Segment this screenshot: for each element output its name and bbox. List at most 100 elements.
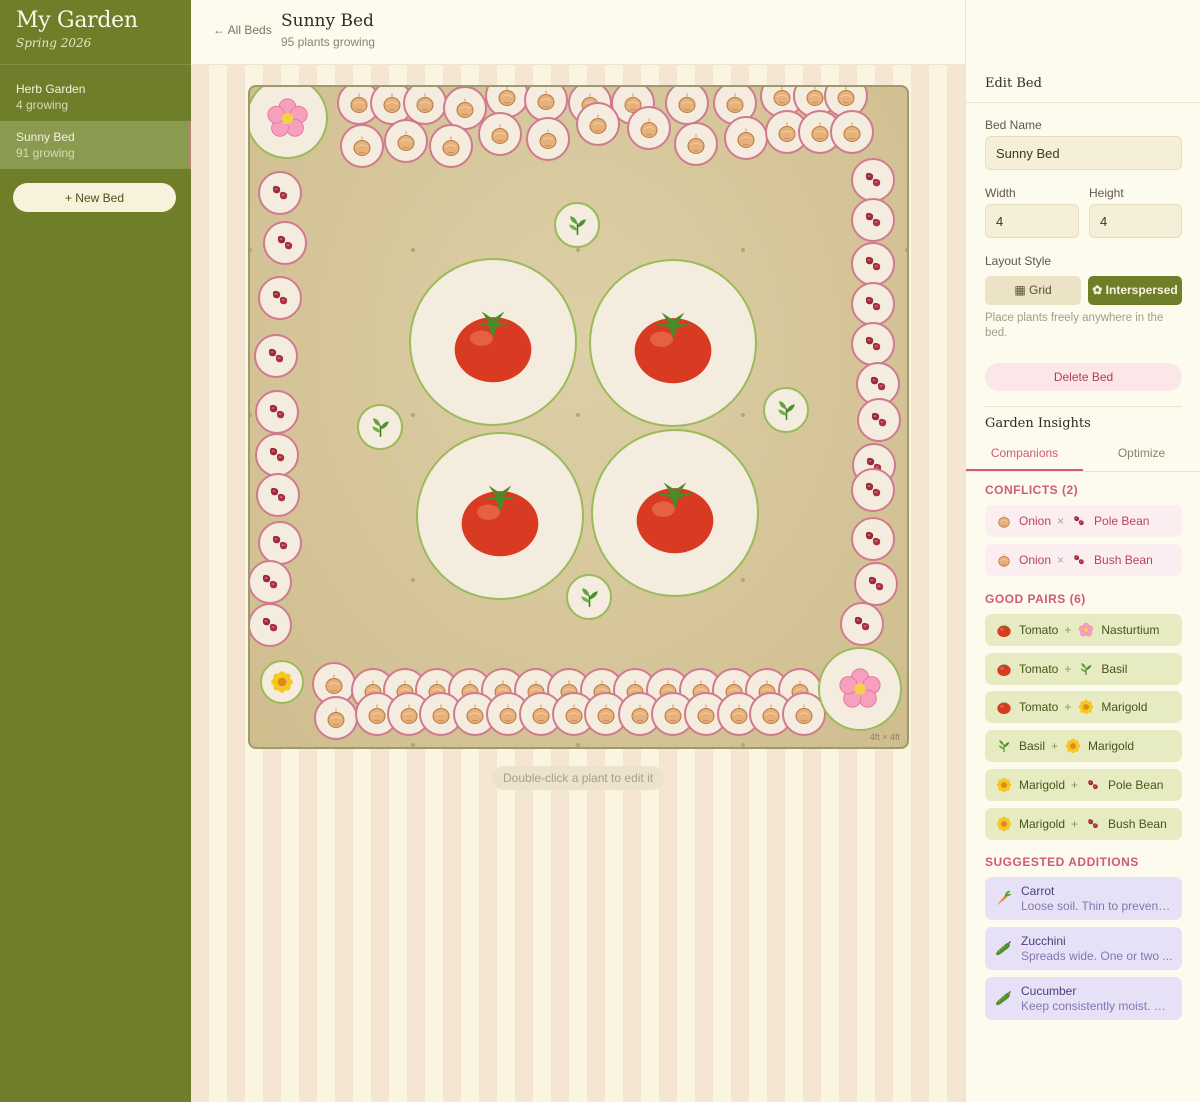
plant-bean[interactable] bbox=[255, 390, 299, 434]
plant-onion[interactable] bbox=[340, 124, 384, 168]
good-pair-card[interactable]: Marigold + Pole Bean bbox=[985, 768, 1182, 801]
bean-icon bbox=[871, 412, 887, 427]
marigold-icon bbox=[1079, 700, 1094, 715]
new-bed-button[interactable]: + New Bed bbox=[13, 183, 176, 212]
bean-icon bbox=[1088, 818, 1098, 828]
marigold-icon bbox=[996, 816, 1012, 831]
plant-tomato[interactable] bbox=[591, 429, 759, 597]
onion-icon bbox=[565, 704, 583, 724]
onion-icon bbox=[998, 514, 1010, 528]
flower-icon bbox=[839, 668, 881, 708]
plant-tomato[interactable] bbox=[589, 259, 757, 427]
onion-icon bbox=[539, 129, 557, 149]
onion-icon bbox=[491, 124, 509, 144]
plant-basil[interactable] bbox=[763, 387, 809, 433]
grid-dot bbox=[905, 248, 907, 252]
plant-onion[interactable] bbox=[526, 117, 570, 161]
bed-name-input[interactable] bbox=[985, 136, 1182, 170]
pair-icon-b bbox=[1084, 776, 1102, 794]
grid-dot bbox=[576, 413, 580, 417]
page-title: Sunny Bed bbox=[281, 11, 374, 31]
plant-bean[interactable] bbox=[256, 473, 300, 517]
plant-bean[interactable] bbox=[851, 242, 895, 286]
pair-plant-b: Marigold bbox=[1101, 700, 1148, 715]
width-input[interactable] bbox=[985, 204, 1079, 238]
plant-onion[interactable] bbox=[576, 102, 620, 146]
plant-onion[interactable] bbox=[665, 87, 709, 125]
page-subtitle: 95 plants growing bbox=[281, 35, 376, 49]
plant-tomato[interactable] bbox=[409, 258, 577, 426]
delete-bed-button[interactable]: Delete Bed bbox=[985, 363, 1182, 391]
good-pair-card[interactable]: Tomato + Nasturtium bbox=[985, 614, 1182, 646]
plant-onion[interactable] bbox=[830, 110, 874, 154]
plant-bean[interactable] bbox=[263, 221, 307, 265]
plant-onion[interactable] bbox=[429, 124, 473, 168]
plant-bean[interactable] bbox=[254, 334, 298, 378]
height-input[interactable] bbox=[1089, 204, 1182, 238]
height-label: Height bbox=[1089, 186, 1124, 200]
conflict-card[interactable]: Onion × Bush Bean bbox=[985, 544, 1182, 576]
plant-basil[interactable] bbox=[554, 202, 600, 248]
plant-bean[interactable] bbox=[851, 517, 895, 561]
bed-count: 4 growing bbox=[16, 98, 69, 112]
plant-bean[interactable] bbox=[851, 158, 895, 202]
suggestion-card[interactable]: Carrot Loose soil. Thin to prevent ... bbox=[985, 877, 1182, 920]
plant-bean[interactable] bbox=[840, 602, 884, 646]
plant-bean[interactable] bbox=[258, 276, 302, 320]
plant-onion[interactable] bbox=[478, 112, 522, 156]
bean-icon bbox=[865, 531, 881, 546]
suggested-heading: SUGGESTED ADDITIONS bbox=[985, 855, 1139, 869]
suggestion-card[interactable]: Cucumber Keep consistently moist. M... bbox=[985, 977, 1182, 1020]
suggestion-card[interactable]: Zucchini Spreads wide. One or two ... bbox=[985, 927, 1182, 970]
plant-onion[interactable] bbox=[314, 696, 358, 740]
back-link[interactable]: ← All Beds bbox=[213, 23, 272, 37]
pair-icon-b bbox=[1070, 512, 1088, 530]
sidebar-item-sunny-bed[interactable]: Sunny Bed 91 growing bbox=[0, 121, 191, 169]
plant-onion[interactable] bbox=[674, 122, 718, 166]
good-pair-card[interactable]: Basil + Marigold bbox=[985, 730, 1182, 763]
onion-icon bbox=[737, 128, 755, 148]
conflict-card[interactable]: Onion × Pole Bean bbox=[985, 505, 1182, 537]
pair-icon-b bbox=[1077, 660, 1095, 678]
plant-flower[interactable] bbox=[250, 87, 328, 159]
suggestion-description: Spreads wide. One or two ... bbox=[1021, 949, 1173, 963]
plant-bean[interactable] bbox=[857, 398, 901, 442]
plant-bean[interactable] bbox=[258, 521, 302, 565]
plant-bean[interactable] bbox=[851, 198, 895, 242]
plant-basil[interactable] bbox=[566, 574, 612, 620]
plant-bean[interactable] bbox=[250, 560, 292, 604]
plant-bean[interactable] bbox=[851, 468, 895, 512]
tab-optimize[interactable]: Optimize bbox=[1083, 440, 1200, 471]
plant-basil[interactable] bbox=[357, 404, 403, 450]
layout-grid-button[interactable]: ▦ Grid bbox=[985, 276, 1081, 305]
plant-flower[interactable] bbox=[818, 647, 902, 731]
plant-bean[interactable] bbox=[258, 171, 302, 215]
plant-bean[interactable] bbox=[851, 322, 895, 366]
onion-icon bbox=[456, 98, 474, 118]
good-pair-card[interactable]: Tomato + Basil bbox=[985, 652, 1182, 685]
plant-bean[interactable] bbox=[255, 433, 299, 477]
plant-bean[interactable] bbox=[250, 603, 292, 647]
plant-onion[interactable] bbox=[724, 116, 768, 160]
onion-icon bbox=[697, 704, 715, 724]
marigold-icon bbox=[1065, 738, 1081, 754]
good-pair-card[interactable]: Tomato + Marigold bbox=[985, 691, 1182, 724]
plant-onion[interactable] bbox=[627, 106, 671, 150]
plant-bean[interactable] bbox=[851, 282, 895, 326]
tomato-icon bbox=[454, 311, 532, 383]
plant-bean[interactable] bbox=[854, 562, 898, 606]
pair-icon-a bbox=[995, 551, 1013, 569]
bed-canvas[interactable]: 4ft × 4ft bbox=[248, 85, 909, 749]
plant-onion[interactable] bbox=[384, 119, 428, 163]
pair-operator: + bbox=[1051, 739, 1059, 754]
basil-icon bbox=[371, 417, 389, 437]
plant-tomato[interactable] bbox=[416, 432, 584, 600]
sidebar-item-herb-garden[interactable]: Herb Garden 4 growing bbox=[0, 73, 191, 121]
conflicts-heading: CONFLICTS (2) bbox=[985, 483, 1079, 497]
tab-companions[interactable]: Companions bbox=[966, 440, 1083, 471]
layout-interspersed-button[interactable]: ✿ Interspersed bbox=[1088, 276, 1182, 305]
plant-marigold[interactable] bbox=[260, 660, 304, 704]
conflict-operator: × bbox=[1057, 553, 1065, 567]
bean-icon bbox=[272, 535, 288, 550]
good-pair-card[interactable]: Marigold + Bush Bean bbox=[985, 807, 1182, 840]
